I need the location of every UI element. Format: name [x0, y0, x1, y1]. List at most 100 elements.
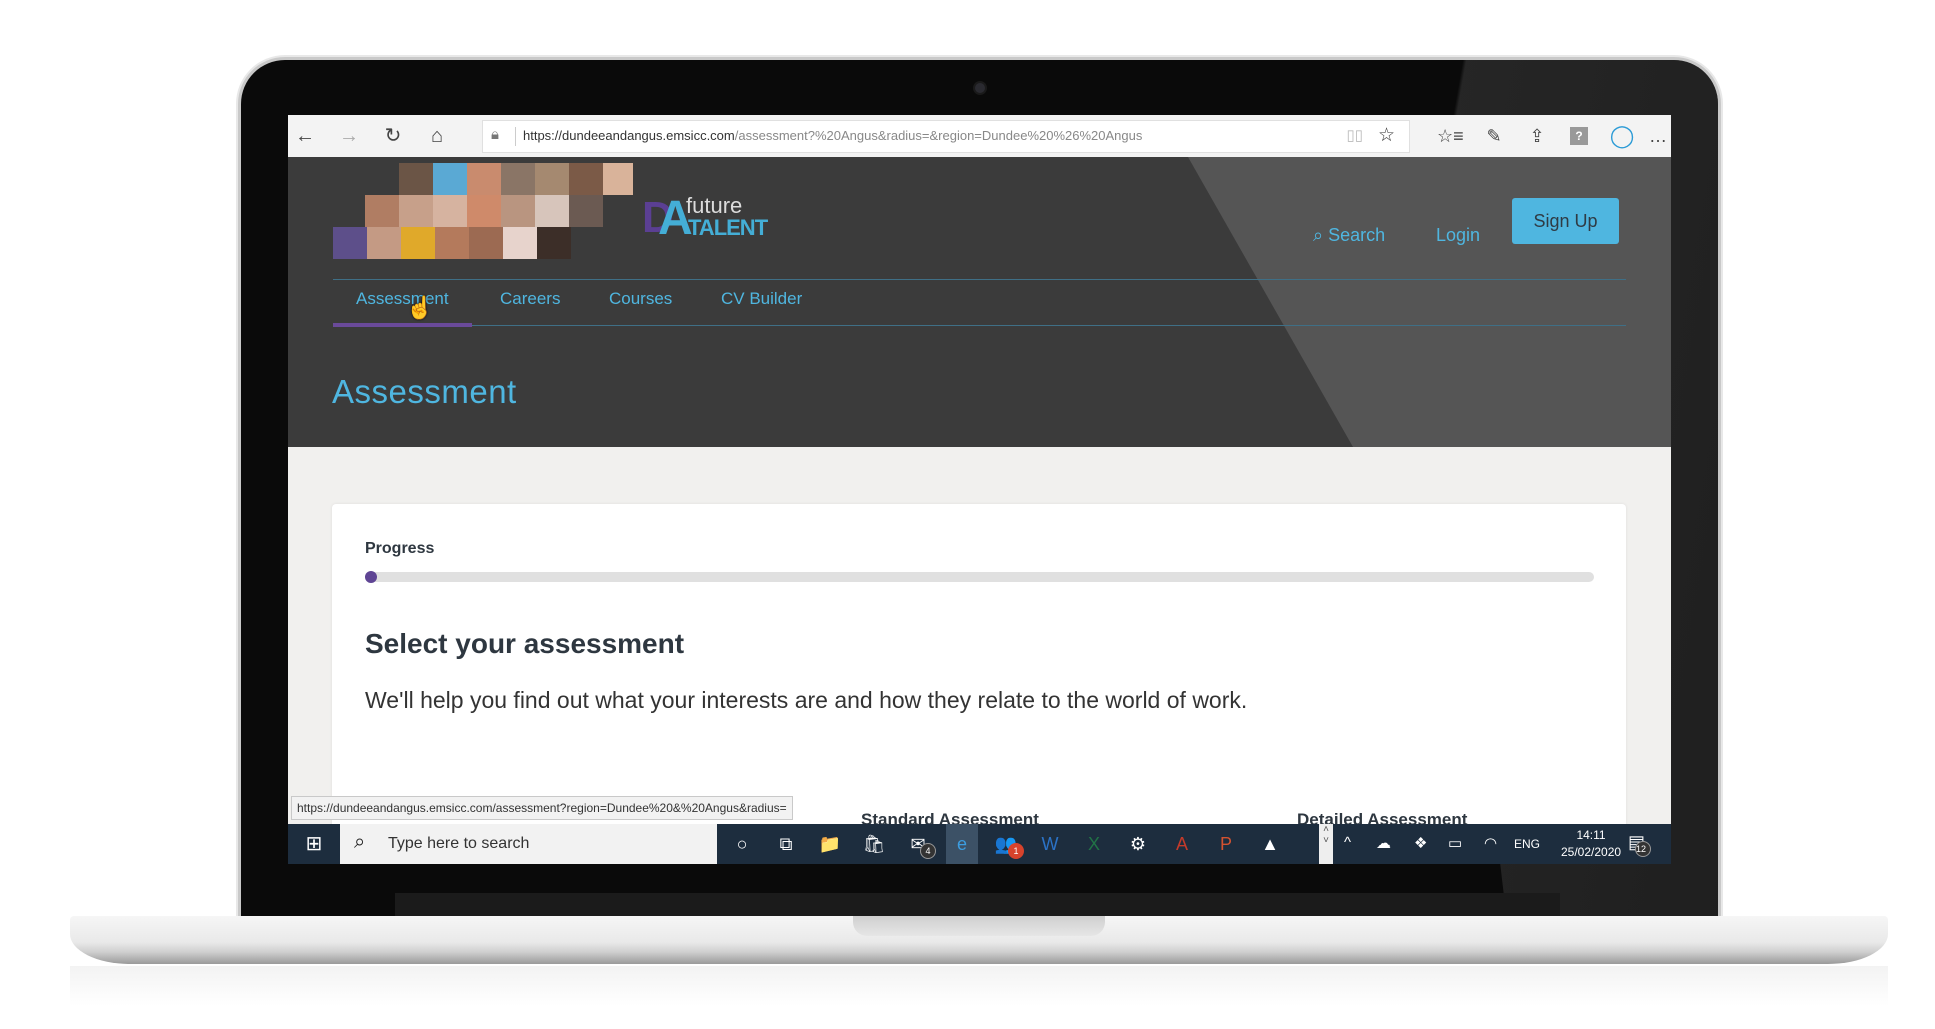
taskbar-app-task-view-icon[interactable]: ⧉: [770, 829, 802, 859]
nav-tab-careers[interactable]: Careers: [500, 289, 560, 309]
share-icon[interactable]: ⇪: [1524, 124, 1550, 148]
laptop-hinge: [395, 893, 1560, 917]
section-heading: Select your assessment: [365, 628, 685, 659]
favorites-list-icon[interactable]: ☆≡: [1437, 124, 1464, 148]
help-extension-icon[interactable]: ?: [1570, 127, 1588, 145]
taskbar-scroll-icon[interactable]: ˄ ˅: [1319, 824, 1333, 864]
taskbar-app-acrobat-icon[interactable]: A: [1166, 829, 1198, 859]
url-text[interactable]: https://dundeeandangus.emsicc.com/assess…: [523, 128, 1142, 143]
logo-face-collage[interactable]: [333, 163, 633, 261]
windows-start-icon[interactable]: ⊞: [288, 824, 340, 864]
notes-pen-icon[interactable]: ✎: [1481, 124, 1507, 148]
file-explorer-glyph: 📁: [818, 834, 842, 854]
battery-icon[interactable]: ▭: [1448, 834, 1462, 852]
home-icon[interactable]: ⌂: [424, 123, 450, 149]
search-icon: ⌕: [1313, 225, 1324, 245]
progress-bar: [365, 572, 1594, 582]
taskbar-clock[interactable]: 14:11 25/02/2020: [1561, 827, 1621, 861]
refresh-icon[interactable]: ↻: [380, 123, 406, 149]
favorite-star-icon[interactable]: ☆: [1378, 124, 1395, 147]
nav-tab-assessment[interactable]: Assessment: [356, 289, 449, 309]
windows-taskbar: ⊞ ⌕ Type here to search ○ ⧉ 📁 🛍 ✉ 4 e 👥 1 W X ⚙ A P ▲ …: [288, 824, 1671, 864]
lock-icon: 🔒︎: [491, 126, 499, 143]
face-image: [467, 163, 501, 195]
taskbar-app-teams-icon[interactable]: 👥 1: [990, 829, 1024, 859]
settings-glyph: ⚙: [1129, 834, 1147, 854]
nav-divider-top: [333, 279, 1626, 280]
taskbar-search-placeholder: Type here to search: [388, 835, 530, 852]
taskbar-app-settings-icon[interactable]: ⚙: [1122, 829, 1154, 859]
taskbar-app-excel-icon[interactable]: X: [1078, 829, 1110, 859]
nav-tab-cv-builder[interactable]: CV Builder: [721, 289, 802, 309]
tray-chevron-icon[interactable]: ^: [1344, 834, 1351, 851]
section-description: We'll help you find out what your intere…: [365, 687, 1248, 713]
link-status-tooltip: https://dundeeandangus.emsicc.com/assess…: [291, 796, 793, 820]
page-title: Assessment: [332, 373, 517, 410]
taskbar-app-word-icon[interactable]: W: [1034, 829, 1066, 859]
face-image: [501, 163, 535, 195]
taskbar-app-file-explorer-icon[interactable]: 📁: [814, 829, 846, 859]
face-image: [535, 163, 569, 195]
logo-talent: TALENT: [688, 215, 768, 240]
face-image: [433, 195, 467, 227]
progress-label: Progress: [365, 540, 435, 557]
language-indicator[interactable]: ENG: [1514, 837, 1540, 851]
face-image: [399, 195, 433, 227]
face-image: [467, 195, 501, 227]
nav-tab-courses[interactable]: Courses: [609, 289, 672, 309]
app-badge: 1: [1008, 843, 1024, 859]
taskbar-app-powerpoint-icon[interactable]: P: [1210, 829, 1242, 859]
clock-date: 25/02/2020: [1561, 845, 1622, 859]
taskbar-search-box[interactable]: ⌕ Type here to search: [340, 824, 717, 864]
face-image: [433, 163, 467, 195]
taskbar-app-edge-icon[interactable]: e: [946, 824, 978, 864]
forward-icon[interactable]: →: [336, 123, 362, 149]
browser-toolbar: ← → ↻ ⌂ 🔒︎ https://dundeeandangus.emsicc…: [288, 115, 1671, 158]
hand-cursor-icon: ☝: [406, 295, 434, 320]
face-image: [333, 227, 367, 259]
cortana-glyph: ○: [736, 834, 748, 854]
more-menu-icon[interactable]: …: [1648, 124, 1668, 148]
screen: ← → ↻ ⌂ 🔒︎ https://dundeeandangus.emsicc…: [288, 115, 1671, 864]
nav-divider-bottom: [333, 325, 1626, 326]
search-label: Search: [1328, 225, 1386, 245]
word-glyph: W: [1041, 834, 1059, 854]
laptop-reflection: [70, 966, 1888, 1006]
store-glyph: 🛍: [862, 834, 886, 854]
face-image: [367, 227, 401, 259]
face-image: [401, 227, 435, 259]
edge-glyph: e: [956, 834, 967, 854]
taskbar-app-store-icon[interactable]: 🛍: [858, 829, 890, 859]
url-host: https://dundeeandangus.emsicc.com: [523, 128, 735, 143]
login-link[interactable]: Login: [1436, 225, 1480, 246]
dropbox-icon[interactable]: ❖: [1414, 834, 1427, 852]
search-icon: ⌕: [354, 831, 366, 853]
excel-glyph: X: [1087, 834, 1100, 854]
taskbar-app-photos-icon[interactable]: ▲: [1254, 829, 1286, 859]
photos-glyph: ▲: [1261, 834, 1279, 854]
face-image: [569, 163, 603, 195]
address-separator: [515, 127, 516, 146]
onedrive-icon[interactable]: ☁: [1376, 834, 1391, 852]
clock-time: 14:11: [1576, 828, 1606, 842]
sign-up-button[interactable]: Sign Up: [1512, 198, 1619, 244]
action-center-icon[interactable]: ▤ 12: [1628, 832, 1652, 857]
search-link[interactable]: ⌕ Search: [1313, 225, 1385, 246]
face-image: [535, 195, 569, 227]
task-view-glyph: ⧉: [779, 834, 793, 854]
app-badge: 4: [920, 843, 936, 859]
address-bar[interactable]: 🔒︎ https://dundeeandangus.emsicc.com/ass…: [482, 120, 1410, 153]
face-image: [399, 163, 433, 195]
back-icon[interactable]: ←: [292, 123, 318, 149]
powerpoint-glyph: P: [1219, 834, 1232, 854]
taskbar-app-mail-icon[interactable]: ✉ 4: [902, 829, 936, 859]
face-image: [569, 195, 603, 227]
face-image: [603, 163, 633, 195]
face-image: [469, 227, 503, 259]
extension-circle-icon[interactable]: ◯: [1609, 124, 1635, 148]
taskbar-app-cortana-icon[interactable]: ○: [726, 829, 758, 859]
reading-view-icon[interactable]: ▯▯: [1346, 126, 1363, 144]
nav-active-indicator: [333, 323, 472, 327]
notification-count: 12: [1635, 841, 1652, 857]
wifi-icon[interactable]: ◠: [1484, 834, 1497, 852]
